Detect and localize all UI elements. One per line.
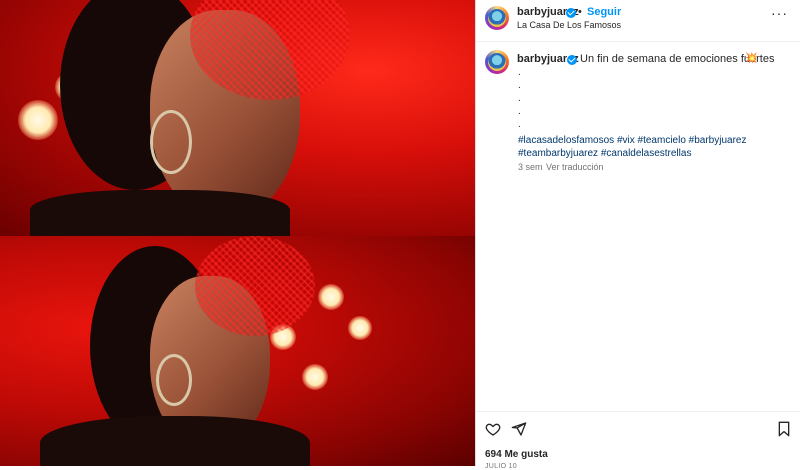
post-header: barbyjuarez • Seguir La Casa De Los Famo… <box>476 0 800 42</box>
more-options-icon[interactable]: ··· <box>771 6 788 20</box>
media-frame-bottom <box>0 236 475 466</box>
bookmark-icon[interactable] <box>777 421 791 442</box>
stage-light <box>302 364 328 390</box>
header-separator: • <box>578 6 582 18</box>
follow-button[interactable]: Seguir <box>587 6 621 18</box>
stage-light <box>318 284 344 310</box>
hoop-earring <box>156 354 192 406</box>
caption-dots: . . . . . <box>518 66 521 131</box>
hashtag-link[interactable]: #lacasadelosfamosos <box>518 135 614 146</box>
hashtags: #lacasadelosfamosos #vix #teamcielo #bar… <box>518 134 788 160</box>
heart-icon[interactable] <box>485 421 501 442</box>
post-date: JULIO 10 <box>485 463 517 470</box>
hashtag-link[interactable]: #canaldelasestrellas <box>601 148 692 159</box>
likes-count[interactable]: 694 Me gusta <box>485 449 548 460</box>
red-veil-hat <box>195 236 315 336</box>
collision-emoji: 💥 <box>745 53 758 64</box>
stage-light <box>18 100 58 140</box>
see-translation-link[interactable]: Ver traducción <box>546 162 604 172</box>
share-icon[interactable] <box>511 421 527 442</box>
hashtag-line: #lacasadelosfamosos #vix #teamcielo #bar… <box>518 134 788 147</box>
hashtag-link[interactable]: #teambarbyjuarez <box>518 148 598 159</box>
shoulders <box>40 416 310 466</box>
profile-avatar[interactable] <box>485 6 509 30</box>
stage-light <box>348 316 372 340</box>
caption-dot: . <box>518 119 521 130</box>
post-media[interactable] <box>0 0 475 466</box>
hashtag-link[interactable]: #barbyjuarez <box>689 135 747 146</box>
caption-avatar[interactable] <box>485 50 509 74</box>
hashtag-link[interactable]: #teamcielo <box>638 135 686 146</box>
media-frame-top <box>0 0 475 236</box>
post-panel: barbyjuarez • Seguir La Casa De Los Famo… <box>476 0 800 470</box>
hoop-earring <box>150 110 192 174</box>
caption-dot: . <box>518 80 521 91</box>
caption-dot: . <box>518 67 521 78</box>
post-location[interactable]: La Casa De Los Famosos <box>517 20 621 30</box>
shoulders <box>30 190 290 236</box>
hashtag-line: #teambarbyjuarez #canaldelasestrellas <box>518 147 788 160</box>
caption-dot: . <box>518 93 521 104</box>
action-bar: 694 Me gusta JULIO 10 <box>476 411 800 470</box>
hashtag-link[interactable]: #vix <box>617 135 635 146</box>
verified-icon <box>567 55 577 65</box>
verified-icon <box>566 8 576 18</box>
caption-dot: . <box>518 106 521 117</box>
post-age: 3 sem <box>518 162 543 172</box>
